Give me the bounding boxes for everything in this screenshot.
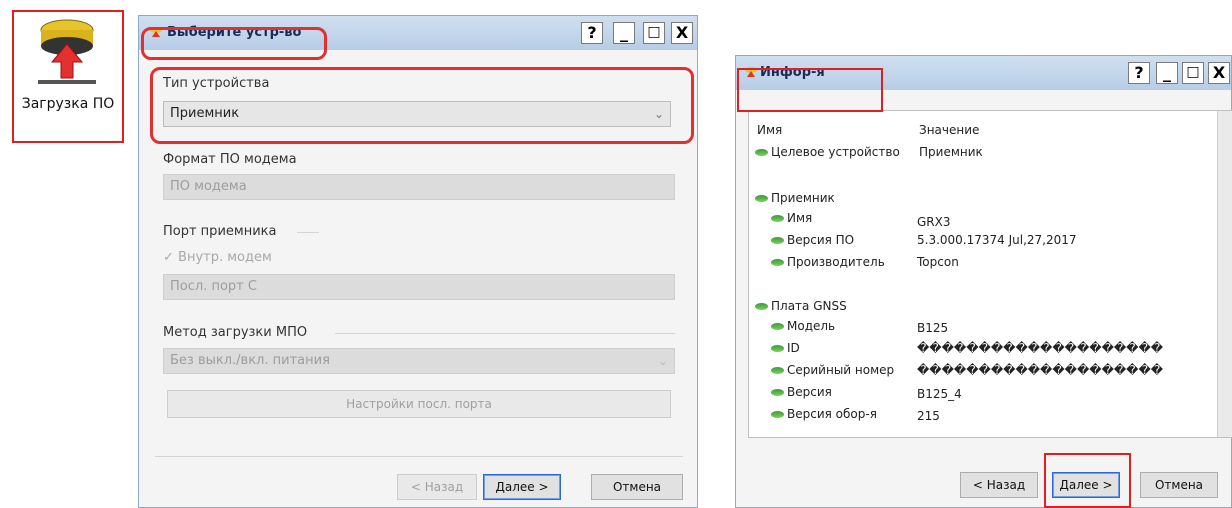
- list-item: Модель: [771, 319, 835, 333]
- gem-icon: [771, 323, 784, 330]
- checkmark-icon: ✓: [163, 250, 174, 265]
- upload-method-select[interactable]: Без выкл./вкл. питания ⌄: [163, 348, 675, 374]
- gem-icon: [755, 195, 768, 202]
- modem-format-select[interactable]: ПО модема: [163, 174, 675, 200]
- internal-modem-label: Внутр. модем: [178, 250, 272, 265]
- gem-icon: [771, 389, 784, 396]
- device-type-select[interactable]: Приемник ⌄: [163, 101, 671, 127]
- device-type-label: Тип устройства: [163, 76, 270, 91]
- upload-fw-shortcut[interactable]: Загрузка ПО: [12, 10, 124, 142]
- internal-modem-checkbox[interactable]: ✓ Внутр. модем: [163, 250, 272, 265]
- select-device-dialog: Выберите устр-во ? _ □ X Тип устройства …: [138, 15, 698, 508]
- receiver-upload-icon: [38, 19, 96, 84]
- serial-settings-button[interactable]: Настройки посл. порта: [167, 390, 671, 418]
- list-item: Производитель: [771, 255, 885, 269]
- divider: [335, 333, 675, 334]
- divider: [297, 232, 319, 233]
- help-button[interactable]: ?: [1128, 62, 1150, 84]
- info-list: Имя Значение Целевое устройство Приемник…: [748, 110, 1232, 438]
- gem-icon: [771, 259, 784, 266]
- list-item-value: GRX3: [917, 215, 951, 229]
- upload-method-label: Метод загрузки МПО: [163, 325, 308, 340]
- chevron-down-icon: ⌄: [657, 354, 668, 368]
- help-button[interactable]: ?: [581, 22, 603, 44]
- app-icon: [150, 27, 162, 37]
- column-header-name: Имя: [757, 123, 783, 137]
- info-dialog: Инфор-я ? _ □ X Имя Значение Целевое уст…: [735, 55, 1232, 508]
- close-button[interactable]: X: [671, 22, 693, 44]
- list-item: Серийный номер: [771, 363, 894, 377]
- gem-icon: [771, 367, 784, 374]
- cancel-button[interactable]: Отмена: [1140, 472, 1218, 498]
- minimize-button[interactable]: _: [1156, 62, 1178, 84]
- shortcut-label: Загрузка ПО: [21, 96, 115, 112]
- app-icon: [745, 67, 757, 77]
- next-button[interactable]: Далее >: [1052, 472, 1120, 498]
- dialog-title: Выберите устр-во: [167, 25, 302, 40]
- close-button[interactable]: X: [1208, 62, 1230, 84]
- list-item-value: B125: [917, 321, 949, 335]
- list-item-value: Topcon: [917, 255, 959, 269]
- list-item: Версия ПО: [771, 233, 854, 247]
- list-item-value: B125_4: [917, 387, 962, 401]
- list-item: Приемник: [755, 191, 835, 205]
- chevron-down-icon: ⌄: [653, 107, 664, 121]
- list-item: Плата GNSS: [755, 299, 847, 313]
- modem-format-label: Формат ПО модема: [163, 152, 297, 167]
- list-item: Имя: [771, 211, 812, 225]
- list-item: Целевое устройство: [755, 145, 900, 159]
- list-item-value: 215: [917, 409, 940, 423]
- gem-icon: [771, 237, 784, 244]
- receiver-port-label: Порт приемника: [163, 224, 277, 239]
- maximize-button[interactable]: □: [643, 22, 665, 44]
- scrollbar[interactable]: [1217, 111, 1232, 437]
- gem-icon: [771, 215, 784, 222]
- back-button[interactable]: < Назад: [960, 472, 1038, 498]
- minimize-button[interactable]: _: [613, 22, 635, 44]
- dialog-title: Инфор-я: [760, 65, 825, 80]
- back-button[interactable]: < Назад: [397, 474, 477, 500]
- cancel-button[interactable]: Отмена: [591, 474, 683, 500]
- list-item-value: ��������������������: [917, 341, 1164, 355]
- gem-icon: [771, 411, 784, 418]
- next-button[interactable]: Далее >: [483, 474, 561, 500]
- list-item: Версия обор-я: [771, 407, 877, 421]
- upload-method-value: Без выкл./вкл. питания: [170, 353, 330, 368]
- list-item-value: ��������������������: [917, 363, 1164, 377]
- list-item: Версия: [771, 385, 832, 399]
- gem-icon: [755, 149, 768, 156]
- serial-port-select[interactable]: Посл. порт C: [163, 274, 675, 300]
- column-header-value: Значение: [919, 123, 980, 137]
- device-type-value: Приемник: [170, 106, 240, 121]
- list-item-value: Приемник: [919, 145, 983, 159]
- list-item: ID: [771, 341, 800, 355]
- divider: [155, 456, 683, 457]
- gem-icon: [771, 345, 784, 352]
- gem-icon: [755, 303, 768, 310]
- maximize-button[interactable]: □: [1182, 62, 1204, 84]
- list-item-value: 5.3.000.17374 Jul,27,2017: [917, 233, 1077, 247]
